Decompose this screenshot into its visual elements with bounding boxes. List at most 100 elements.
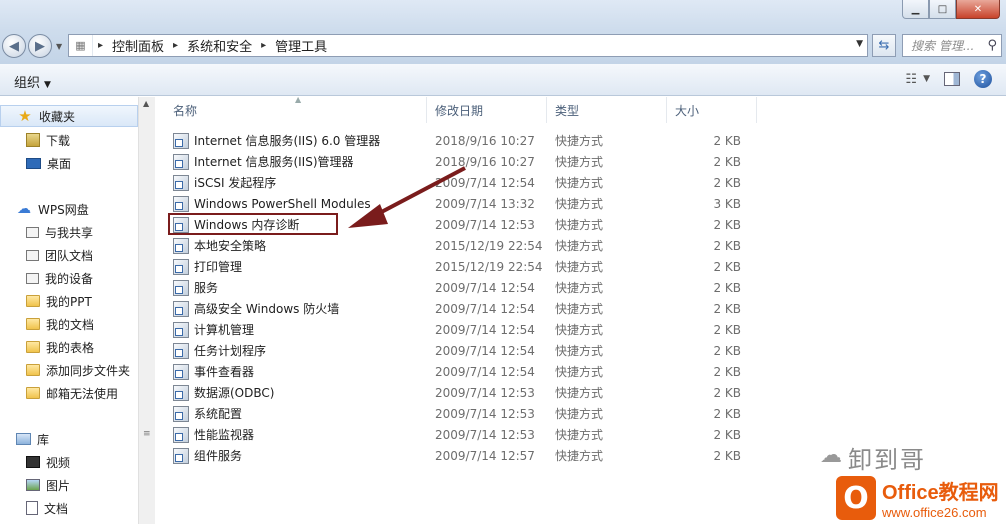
file-name[interactable]: 系统配置 [173, 403, 242, 424]
sidebar-item-videos[interactable]: 视频 [26, 451, 70, 473]
table-row[interactable]: Internet 信息服务(IIS)管理器 2018/9/16 10:27 快捷方式… [155, 151, 1006, 172]
sidebar-label: 邮箱无法使用 [46, 386, 119, 401]
shortcut-icon [173, 237, 189, 254]
table-row[interactable]: Windows PowerShell Modules 2009/7/14 13:3… [155, 193, 1006, 214]
file-name[interactable]: Internet 信息服务(IIS) 6.0 管理器 [173, 130, 380, 151]
file-name[interactable]: 数据源(ODBC) [173, 382, 274, 403]
table-row[interactable]: 数据源(ODBC) 2009/7/14 12:53 快捷方式 2 KB [155, 382, 1006, 403]
forward-button[interactable]: ▶ [28, 34, 52, 58]
sidebar-item-shared[interactable]: 与我共享 [26, 221, 93, 243]
table-row[interactable]: 事件查看器 2009/7/14 12:54 快捷方式 2 KB [155, 361, 1006, 382]
file-type: 快捷方式 [555, 386, 604, 400]
sidebar-item-downloads[interactable]: 下载 [26, 129, 70, 151]
chevron-right-icon[interactable]: ▸ [256, 40, 271, 51]
file-name-label: 组件服务 [194, 449, 243, 463]
organize-menu[interactable]: 组织 ▼ [14, 72, 51, 91]
refresh-button[interactable]: ⇆ [872, 34, 896, 57]
file-type: 快捷方式 [555, 197, 604, 211]
table-row[interactable]: 本地安全策略 2015/12/19 22:54 快捷方式 2 KB [155, 235, 1006, 256]
column-header-size[interactable]: 大小 [667, 97, 757, 123]
sidebar-label: WPS网盘 [38, 202, 89, 217]
chevron-right-icon[interactable]: ▸ [168, 40, 183, 51]
file-name-label: 事件查看器 [194, 365, 255, 379]
table-row[interactable]: iSCSI 发起程序 2009/7/14 12:54 快捷方式 2 KB [155, 172, 1006, 193]
breadcrumb-admin-tools[interactable]: 管理工具 [271, 36, 331, 55]
table-row[interactable]: 任务计划程序 2009/7/14 12:54 快捷方式 2 KB [155, 340, 1006, 361]
sidebar-item-pictures[interactable]: 图片 [26, 474, 70, 496]
file-name[interactable]: 事件查看器 [173, 361, 254, 382]
search-icon[interactable]: ⚲ [987, 38, 997, 53]
shortcut-icon [173, 447, 189, 464]
device-icon [26, 272, 39, 284]
file-name[interactable]: 打印管理 [173, 256, 242, 277]
address-dropdown-icon[interactable]: ▼ [856, 39, 863, 49]
column-header-date[interactable]: 修改日期 [427, 97, 547, 123]
file-size: 2 KB [713, 322, 741, 337]
file-name[interactable]: 服务 [173, 277, 218, 298]
shortcut-icon [173, 300, 189, 317]
recent-pages-dropdown-icon[interactable]: ▼ [56, 42, 62, 51]
column-label: 大小 [675, 103, 700, 118]
file-type: 快捷方式 [555, 365, 604, 379]
change-view-button[interactable]: ☷ ▼ [905, 72, 930, 87]
office26-logo: O Office教程网 www.office26.com [836, 472, 1006, 524]
file-name-label: Internet 信息服务(IIS)管理器 [194, 155, 354, 169]
back-button[interactable]: ◀ [2, 34, 26, 58]
file-name[interactable]: 本地安全策略 [173, 235, 266, 256]
file-type: 快捷方式 [555, 449, 604, 463]
file-size: 2 KB [713, 448, 741, 463]
table-row[interactable]: Internet 信息服务(IIS) 6.0 管理器 2018/9/16 10:2… [155, 130, 1006, 151]
search-input[interactable]: 搜索 管理... ⚲ [902, 34, 1002, 57]
chevron-down-icon: ▼ [44, 80, 51, 90]
file-type: 快捷方式 [555, 218, 604, 232]
column-header-name[interactable]: 名称 ▲ [155, 95, 427, 123]
table-row[interactable]: 打印管理 2015/12/19 22:54 快捷方式 2 KB [155, 256, 1006, 277]
file-name[interactable]: 高级安全 Windows 防火墙 [173, 298, 339, 319]
close-button[interactable]: ✕ [956, 0, 1000, 19]
maximize-button[interactable]: □ [929, 0, 956, 19]
sidebar-item-documents[interactable]: 文档 [26, 497, 68, 519]
file-name[interactable]: 计算机管理 [173, 319, 254, 340]
pane-splitter-grip[interactable]: ≡ [143, 429, 151, 439]
sidebar-item-my-docs[interactable]: 我的文档 [26, 313, 94, 335]
sidebar-label: 文档 [44, 501, 69, 516]
file-name[interactable]: 组件服务 [173, 445, 242, 466]
organize-label: 组织 [14, 76, 41, 91]
file-name[interactable]: 任务计划程序 [173, 340, 266, 361]
sidebar-label: 我的表格 [46, 340, 95, 355]
breadcrumb-control-panel[interactable]: 控制面板 [108, 36, 168, 55]
sidebar-item-my-ppt[interactable]: 我的PPT [26, 290, 92, 312]
breadcrumb-system-security[interactable]: 系统和安全 [183, 36, 256, 55]
chevron-right-icon[interactable]: ▸ [93, 40, 108, 51]
file-name[interactable]: Internet 信息服务(IIS)管理器 [173, 151, 354, 172]
scroll-up-icon[interactable]: ▲ [143, 99, 149, 108]
help-icon[interactable]: ? [974, 70, 992, 88]
table-row[interactable]: 系统配置 2009/7/14 12:53 快捷方式 2 KB [155, 403, 1006, 424]
file-name-label: 打印管理 [194, 260, 243, 274]
file-name[interactable]: 性能监视器 [173, 424, 254, 445]
table-row[interactable]: 服务 2009/7/14 12:54 快捷方式 2 KB [155, 277, 1006, 298]
file-date: 2009/7/14 12:54 [435, 364, 535, 379]
column-header-type[interactable]: 类型 [547, 97, 667, 123]
table-row[interactable]: 高级安全 Windows 防火墙 2009/7/14 12:54 快捷方式 2 KB [155, 298, 1006, 319]
sidebar-item-desktop[interactable]: 桌面 [26, 152, 71, 174]
sidebar-item-mailbox[interactable]: 邮箱无法使用 [26, 382, 118, 404]
file-date: 2009/7/14 12:53 [435, 427, 535, 442]
file-name[interactable]: iSCSI 发起程序 [173, 172, 276, 193]
preview-pane-icon[interactable] [944, 72, 960, 86]
sidebar-item-my-sheets[interactable]: 我的表格 [26, 336, 94, 358]
navigation-scrollbar[interactable]: ▲ ≡ [138, 97, 155, 524]
sidebar-label: 添加同步文件夹 [46, 363, 131, 378]
sidebar-item-library[interactable]: 库 [16, 428, 49, 450]
address-bar[interactable]: ▦ ▸ 控制面板 ▸ 系统和安全 ▸ 管理工具 ▼ [68, 34, 868, 57]
sidebar-item-add-sync-folder[interactable]: 添加同步文件夹 [26, 359, 130, 381]
sidebar-item-team-docs[interactable]: 团队文档 [26, 244, 93, 266]
sidebar-item-wps[interactable]: ☁ WPS网盘 [16, 198, 89, 220]
shortcut-icon [173, 279, 189, 296]
sidebar-item-my-devices[interactable]: 我的设备 [26, 267, 93, 289]
sidebar-label: 与我共享 [45, 225, 94, 240]
table-row[interactable]: 计算机管理 2009/7/14 12:54 快捷方式 2 KB [155, 319, 1006, 340]
sidebar-item-favorites[interactable]: ★ 收藏夹 [0, 105, 138, 127]
shared-icon [26, 226, 39, 238]
minimize-button[interactable]: ▁ [902, 0, 929, 19]
